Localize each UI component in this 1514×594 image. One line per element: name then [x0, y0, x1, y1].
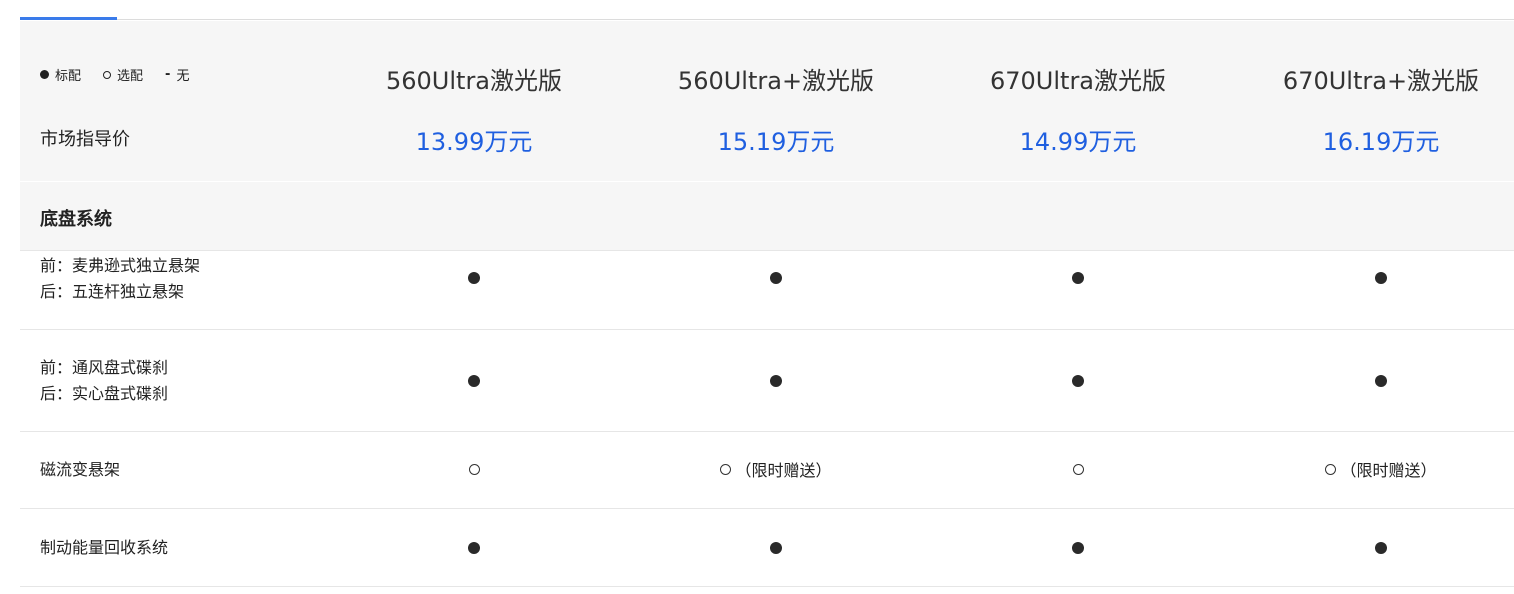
spec-cell: （限时赠送） — [1230, 456, 1514, 482]
filled-dot-icon — [468, 542, 480, 554]
model-price: 16.19万元 — [1322, 128, 1440, 156]
filled-dot-icon — [1375, 375, 1387, 387]
filled-dot-icon — [1375, 272, 1387, 284]
filled-dot-icon — [770, 542, 782, 554]
legend-standard-label: 标配 — [55, 69, 82, 84]
comparison-header: 标配 选配 - 无 560Ultra激光版 560Ultra+激光版 670Ul… — [20, 21, 1514, 181]
table-row: 前：通风盘式碟刹 后：实心盘式碟刹 — [20, 330, 1514, 432]
spec-cell — [625, 265, 927, 291]
model-name: 560Ultra激光版 — [385, 67, 563, 95]
filled-dot-icon — [468, 272, 480, 284]
dash-icon: - — [165, 67, 171, 82]
model-price: 14.99万元 — [1019, 128, 1137, 156]
table-row: 磁流变悬架 （限时赠送） （限时赠送） — [20, 432, 1514, 509]
model-name: 670Ultra激光版 — [989, 67, 1167, 95]
filled-dot-icon — [1375, 542, 1387, 554]
spec-cell — [625, 368, 927, 394]
filled-dot-icon — [1072, 375, 1084, 387]
spec-cell — [927, 265, 1229, 291]
model-price: 15.19万元 — [717, 128, 835, 156]
feature-label: 制动能量回收系统 — [40, 535, 168, 561]
feature-label: 磁流变悬架 — [40, 457, 120, 483]
feature-label: 前：通风盘式碟刹 后：实心盘式碟刹 — [40, 355, 168, 407]
feature-line: 磁流变悬架 — [40, 460, 121, 479]
spec-cell — [927, 368, 1229, 394]
filled-dot-icon — [1072, 542, 1084, 554]
feature-line: 制动能量回收系统 — [40, 538, 169, 557]
feature-line: 前：通风盘式碟刹 — [40, 358, 169, 377]
feature-line: 后：五连杆独立悬架 — [40, 282, 185, 301]
spec-note: （限时赠送） — [1340, 461, 1437, 480]
spec-cell — [323, 265, 625, 291]
hollow-circle-icon — [1072, 463, 1084, 475]
spec-cell — [323, 456, 625, 482]
spec-cell — [625, 535, 927, 561]
legend-optional-label: 选配 — [117, 69, 144, 84]
legend-none-label: 无 — [176, 69, 190, 84]
spec-cell — [1230, 535, 1514, 561]
spec-cell — [1230, 265, 1514, 291]
price-label: 市场指导价 — [40, 129, 130, 150]
legend: 标配 选配 - 无 — [40, 65, 211, 84]
filled-dot-icon — [1072, 272, 1084, 284]
feature-label: 前：麦弗逊式独立悬架 后：五连杆独立悬架 — [40, 253, 200, 305]
spec-note: （限时赠送） — [735, 461, 832, 480]
spec-cell: （限时赠送） — [625, 456, 927, 482]
filled-dot-icon — [468, 375, 480, 387]
section-title: 底盘系统 — [40, 209, 112, 230]
legend-standard: 标配 — [40, 65, 81, 84]
spec-cell — [927, 456, 1229, 482]
feature-line: 前：麦弗逊式独立悬架 — [40, 256, 201, 275]
filled-dot-icon — [40, 70, 49, 79]
hollow-circle-icon — [468, 463, 480, 475]
tab-underline — [20, 19, 1514, 20]
model-price: 13.99万元 — [415, 128, 533, 156]
hollow-circle-icon — [103, 70, 112, 79]
hollow-circle-icon — [720, 463, 732, 475]
model-name: 670Ultra+激光版 — [1282, 67, 1480, 95]
feature-line: 后：实心盘式碟刹 — [40, 384, 169, 403]
legend-optional: 选配 — [103, 65, 143, 84]
filled-dot-icon — [770, 375, 782, 387]
filled-dot-icon — [770, 272, 782, 284]
active-tab-indicator — [20, 17, 117, 20]
spec-cell — [323, 535, 625, 561]
model-name: 560Ultra+激光版 — [677, 67, 875, 95]
legend-none: - 无 — [165, 65, 189, 84]
table-row: 前：麦弗逊式独立悬架 后：五连杆独立悬架 — [20, 251, 1514, 330]
hollow-circle-icon — [1325, 463, 1337, 475]
spec-cell — [323, 368, 625, 394]
table-row: 制动能量回收系统 — [20, 509, 1514, 587]
section-header: 底盘系统 — [20, 182, 1514, 251]
spec-cell — [927, 535, 1229, 561]
spec-cell — [1230, 368, 1514, 394]
